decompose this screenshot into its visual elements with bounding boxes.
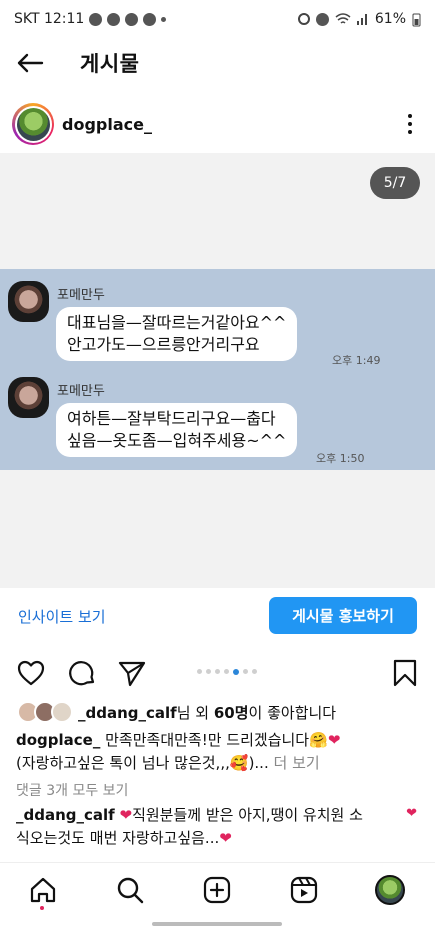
message-time: 오후 1:50 [316, 452, 365, 465]
reels-icon [290, 876, 318, 904]
page-indicator: 5/7 [370, 167, 420, 199]
author-avatar[interactable] [12, 103, 54, 145]
carousel-dot [197, 669, 202, 674]
message-line: 대표님을—잘따르는거같아요^^ [67, 313, 287, 332]
carousel-dot [233, 668, 239, 675]
comment: _ddang_calf ❤직원분들께 받은 아지,땡이 유치원 소 식오는것도 … [16, 804, 396, 850]
message-time: 오후 1:49 [332, 354, 381, 367]
view-insights-link[interactable]: 인사이트 보기 [18, 606, 106, 627]
more-notifications-icon [161, 16, 167, 22]
message-line: 싶음—옷도좀—입혀주세용~^^ [67, 431, 287, 450]
home-icon [30, 877, 56, 903]
nav-search[interactable] [115, 875, 145, 905]
chat-notification-icon [107, 12, 121, 26]
comment-like-heart-icon[interactable]: ❤ [406, 806, 417, 821]
call-icon [143, 12, 157, 26]
comment-text: 식오는것도 매번 자랑하고싶음... [16, 829, 220, 847]
location-icon [315, 12, 329, 26]
gesture-bar [152, 922, 282, 926]
flame-icon [125, 12, 139, 26]
chat-screenshot: 포메만두 대표님을—잘따르는거같아요^^ 안고가도—으르릉안거리구요 오후 1:… [0, 269, 435, 470]
view-all-comments-link[interactable]: 댓글 3개 모두 보기 [16, 780, 128, 800]
bottom-navigation [0, 862, 435, 917]
battery-icon [412, 13, 421, 26]
sender-avatar [8, 281, 49, 322]
wifi-icon [335, 13, 351, 24]
notification-icon [89, 12, 103, 26]
carousel-dot [206, 669, 211, 674]
signal-icon [356, 14, 367, 25]
battery-level: 61% [374, 11, 406, 27]
post-author-row: dogplace_ [0, 100, 435, 148]
post-actions [0, 652, 435, 692]
heart-icon[interactable] [16, 658, 46, 688]
sender-avatar [8, 377, 49, 418]
bookmark-icon[interactable] [390, 658, 420, 688]
caption-username[interactable]: dogplace_ [16, 731, 100, 749]
more-options-button[interactable] [403, 112, 417, 136]
likes-summary: _ddang_calf님 외 60명이 좋아합니다 [78, 703, 337, 722]
post-image[interactable]: 5/7 포메만두 대표님을—잘따르는거같아요^^ 안고가도—으르릉안거리구요 오… [0, 153, 435, 588]
sender-name: 포메만두 [57, 384, 105, 399]
heart-emoji: ❤ [327, 731, 341, 749]
share-icon[interactable] [117, 658, 147, 688]
nav-home[interactable] [28, 875, 58, 905]
sender-name: 포메만두 [57, 288, 105, 303]
author-avatar-image [16, 107, 50, 141]
comment-icon[interactable] [67, 658, 97, 688]
likes-row[interactable]: _ddang_calf님 외 60명이 좋아합니다 [0, 700, 435, 724]
status-bar: SKT 12:11 61% [0, 0, 435, 38]
heart-emoji: ❤ [219, 829, 232, 847]
back-arrow-icon [17, 53, 44, 73]
search-icon [117, 877, 144, 904]
notification-dot [40, 906, 44, 910]
likes-count[interactable]: 60명 [214, 704, 249, 722]
back-button[interactable] [0, 38, 60, 88]
nav-profile[interactable] [375, 875, 405, 905]
comment-text: 직원분들께 받은 아지,땡이 유치원 소 [132, 806, 363, 824]
message-bubble: 대표님을—잘따르는거같아요^^ 안고가도—으르릉안거리구요 [56, 307, 298, 361]
caption-text: 만족만족대만족!만 드리겠습니다 [100, 731, 310, 749]
carousel-dot [252, 669, 257, 674]
profile-avatar [375, 875, 405, 905]
post-caption: dogplace_ 만족만족대만족!만 드리겠습니다🤗❤ (자랑하고싶은 톡이 … [16, 731, 341, 772]
message-line: 안고가도—으르릉안거리구요 [67, 335, 260, 354]
message-bubble: 여하튼—잘부탁드리구요—춥다 싶음—옷도좀—입혀주세용~^^ [56, 403, 298, 457]
heart-emoji: ❤ [119, 806, 133, 824]
insight-row: 인사이트 보기 게시물 홍보하기 [0, 596, 435, 638]
nav-create[interactable] [202, 875, 232, 905]
promote-post-button[interactable]: 게시물 홍보하기 [269, 597, 417, 634]
alarm-icon [297, 13, 310, 25]
message-line: 여하튼—잘부탁드리구요—춥다 [67, 409, 276, 428]
author-username[interactable]: dogplace_ [62, 115, 152, 134]
carousel-dot [224, 669, 229, 674]
love-emoji: 🥰 [229, 754, 249, 772]
status-time: SKT 12:11 [14, 11, 85, 27]
create-icon [203, 876, 231, 904]
caption-more-link[interactable]: 더 보기 [274, 754, 320, 772]
carousel-dot [215, 669, 220, 674]
liker-username[interactable]: _ddang_calf [78, 704, 177, 722]
comment-username[interactable]: _ddang_calf [16, 806, 115, 824]
nav-reels[interactable] [289, 875, 319, 905]
page-title: 게시물 [80, 52, 140, 76]
carousel-indicator [197, 668, 257, 675]
more-vertical-icon [408, 114, 412, 118]
liker-avatars [17, 701, 75, 723]
carousel-dot [243, 669, 248, 674]
caption-text: (자랑하고싶은 톡이 넘나 많은것,,, [16, 754, 230, 772]
header: 게시물 [0, 38, 435, 88]
avatar [51, 701, 73, 723]
hug-emoji: 🤗 [309, 731, 328, 749]
